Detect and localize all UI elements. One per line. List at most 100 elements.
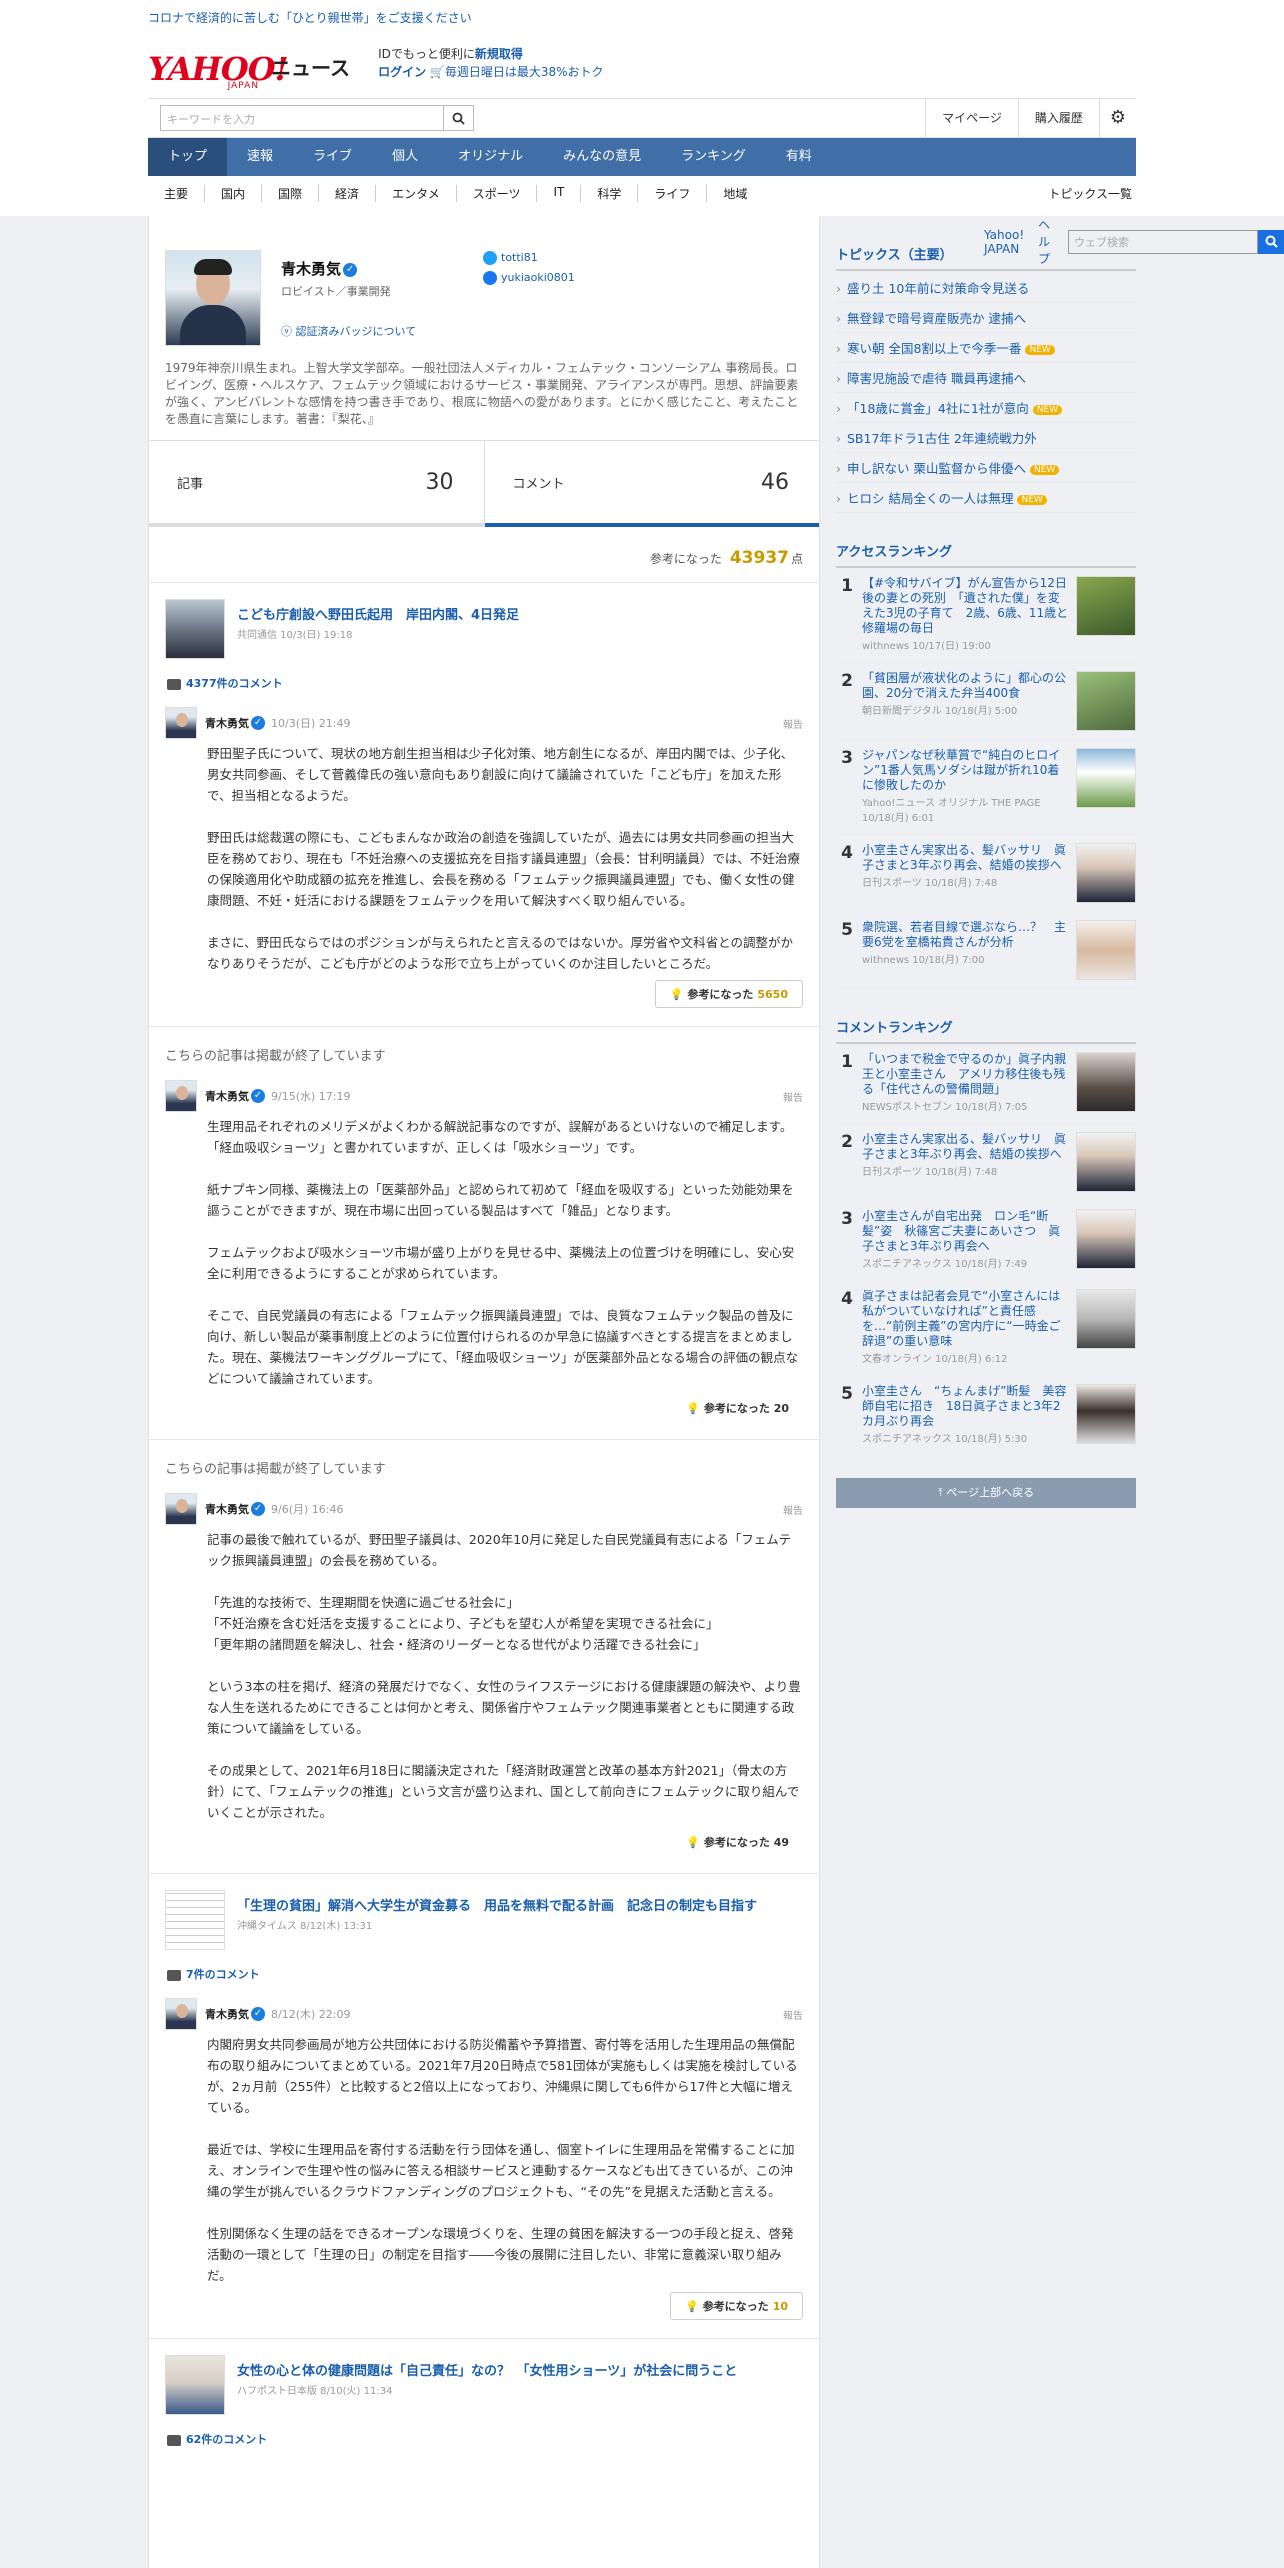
report-link[interactable]: 報告 bbox=[783, 1502, 803, 1517]
ranking-item[interactable]: 4 眞子さまは記者会見で“小室さんには私がついていなければ”と責任感を…“前例主義… bbox=[836, 1281, 1136, 1376]
purchase-history-link[interactable]: 購入履歴 bbox=[1017, 98, 1099, 138]
ranking-item[interactable]: 1 「いつまで税金で守るのか」眞子内親王と小室圭さん アメリカ移住後も残る「住代さ… bbox=[836, 1044, 1136, 1124]
article-source: 沖縄タイムス 8/12(木) 13:31 bbox=[237, 1921, 373, 1932]
nav-ranking[interactable]: ランキング bbox=[661, 138, 766, 176]
subnav-sports[interactable]: スポーツ bbox=[457, 184, 538, 202]
nav-original[interactable]: オリジナル bbox=[438, 138, 543, 176]
avatar[interactable] bbox=[165, 707, 197, 739]
nav-live[interactable]: ライブ bbox=[293, 138, 372, 176]
comment-date: 10/3(日) 21:49 bbox=[271, 717, 351, 730]
twitter-icon bbox=[483, 251, 497, 265]
tab-comments[interactable]: コメント 46 bbox=[484, 441, 819, 527]
helpful-button[interactable]: 💡 参考になった 5650 bbox=[654, 980, 803, 1008]
topics-heading: トピックス（主要） bbox=[836, 244, 1136, 271]
keyword-input[interactable]: キーワードを入力 bbox=[160, 105, 444, 131]
avatar[interactable] bbox=[165, 1493, 197, 1525]
web-search-button[interactable] bbox=[1258, 229, 1284, 254]
comment-body: 生理用品それぞれのメリデメがよくわかる解説記事なのですが、誤解があるといけないの… bbox=[207, 1119, 799, 1386]
new-badge: NEW bbox=[1017, 494, 1047, 505]
report-link[interactable]: 報告 bbox=[783, 2007, 803, 2022]
article-thumbnail[interactable] bbox=[165, 599, 225, 659]
avatar[interactable] bbox=[165, 1998, 197, 2030]
ranking-thumbnail bbox=[1076, 748, 1136, 808]
comment-body: 内閣府男女共同参画局が地方公共団体における防災備蓄や予算措置、寄付等を活用した生… bbox=[207, 2037, 798, 2283]
nav-top[interactable]: トップ bbox=[148, 138, 228, 176]
article-title-link[interactable]: こども庁創設へ野田氏起用 岸田内閣、4日発足 bbox=[237, 608, 519, 623]
subnav-international[interactable]: 国際 bbox=[262, 184, 320, 202]
ranking-item[interactable]: 3 小室圭さんが自宅出発 ロン毛“断髪”姿 秋篠宮ご夫妻にあいさつ 眞子さまと3年… bbox=[836, 1201, 1136, 1281]
subnav-entertainment[interactable]: エンタメ bbox=[376, 184, 457, 202]
back-to-top-button[interactable]: ⤒ ページ上部へ戻る bbox=[836, 1478, 1136, 1508]
report-link[interactable]: 報告 bbox=[783, 716, 803, 731]
report-link[interactable]: 報告 bbox=[783, 1089, 803, 1104]
gear-icon[interactable]: ⚙ bbox=[1098, 98, 1136, 138]
nav-individual[interactable]: 個人 bbox=[372, 138, 438, 176]
subnav-domestic[interactable]: 国内 bbox=[205, 184, 263, 202]
subnav-science[interactable]: 科学 bbox=[581, 184, 639, 202]
register-link[interactable]: 新規取得 bbox=[475, 47, 523, 61]
topic-item[interactable]: 盛り土 10年前に対策命令見送る bbox=[836, 273, 1136, 303]
article-title-link[interactable]: 「生理の貧困」解消へ大学生が資金募る 用品を無料で配る計画 記念日の制定も目指す bbox=[237, 1899, 757, 1914]
topic-item[interactable]: 申し訳ない 栗山監督から俳優へNEW bbox=[836, 453, 1136, 483]
comment-entry: 「生理の貧困」解消へ大学生が資金募る 用品を無料で配る計画 記念日の制定も目指す… bbox=[149, 1874, 819, 2339]
ranking-item[interactable]: 1 【#令和サバイブ】がん宣告から12日後の妻との死別 「遺された僕」を変えた3児… bbox=[836, 568, 1136, 663]
ranking-item[interactable]: 2 小室圭さん実家出る、髪バッサリ 眞子さまと3年ぶり再会、結婚の挨拶へ 日刊スポー… bbox=[836, 1124, 1136, 1201]
support-promo-link[interactable]: コロナで経済的に苦しむ「ひとり親世帯」をご支援ください bbox=[148, 9, 472, 26]
ranking-item[interactable]: 5 衆院選、若者目線で選ぶなら…？ 主要6党を室橋祐貴さんが分析 withnews … bbox=[836, 912, 1136, 989]
helpful-button[interactable]: 💡 参考になった 20 bbox=[672, 1395, 803, 1421]
topic-item[interactable]: 「18歳に賞金」4社に1社が意向NEW bbox=[836, 393, 1136, 423]
nav-opinion[interactable]: みんなの意見 bbox=[543, 138, 661, 176]
subnav-it[interactable]: IT bbox=[537, 184, 582, 202]
ranking-thumbnail bbox=[1076, 1289, 1136, 1349]
ranking-item[interactable]: 4 小室圭さん実家出る、髪バッサリ 眞子さまと3年ぶり再会、結婚の挨拶へ 日刊スポー… bbox=[836, 835, 1136, 912]
article-title-link[interactable]: 女性の心と体の健康問題は「自己責任」なの？ 「女性用ショーツ」が社会に問うこと bbox=[237, 2364, 737, 2379]
subnav-region[interactable]: 地域 bbox=[707, 185, 763, 202]
helpful-button[interactable]: 💡 参考になった 49 bbox=[672, 1829, 803, 1855]
access-ranking-heading: アクセスランキング bbox=[836, 541, 1136, 568]
comment-count-link[interactable]: 62件のコメント bbox=[186, 2433, 267, 2446]
author-profile: 青木勇気 ✓ ロビイスト／事業開発 ⓥ 認証済みバッジについて totti81 y… bbox=[149, 216, 819, 428]
article-thumbnail[interactable] bbox=[165, 2355, 225, 2415]
topic-item[interactable]: 無登録で暗号資産販売か 逮捕へ bbox=[836, 303, 1136, 333]
info-icon: ⓥ bbox=[281, 325, 292, 338]
badge-info-link[interactable]: 認証済みバッジについて bbox=[296, 325, 417, 338]
commenter-name[interactable]: 青木勇気 bbox=[205, 1088, 249, 1104]
tab-articles[interactable]: 記事 30 bbox=[149, 441, 485, 527]
yahoo-news-logo[interactable]: YAHOO! JAPAN ニュース bbox=[148, 41, 350, 91]
ranking-item[interactable]: 3 ジャパンなぜ秋華賞で“純白のヒロイン”1番人気馬ソダシは蹴が折れ10着に惨敗し… bbox=[836, 740, 1136, 835]
keyword-search-button[interactable] bbox=[444, 105, 474, 131]
twitter-link[interactable]: totti81 bbox=[501, 251, 538, 264]
topic-item[interactable]: ヒロシ 結局全くの一人は無理NEW bbox=[836, 483, 1136, 513]
points-value: 43937 bbox=[729, 548, 789, 568]
subnav-main[interactable]: 主要 bbox=[148, 184, 206, 202]
ranking-thumbnail bbox=[1076, 1132, 1136, 1192]
commenter-name[interactable]: 青木勇気 bbox=[205, 715, 249, 731]
article-thumbnail[interactable] bbox=[165, 1890, 225, 1950]
search-icon bbox=[452, 112, 465, 125]
sunday-promo-link[interactable]: 毎週日曜日は最大38%おトク bbox=[445, 65, 604, 79]
facebook-link[interactable]: yukiaoki0801 bbox=[501, 271, 575, 284]
comment-entry: こちらの記事は掲載が終了しています 青木勇気 ✓ 9/6(月) 16:46 報告 … bbox=[149, 1440, 819, 1874]
author-stats: 記事 30 コメント 46 bbox=[149, 440, 819, 530]
comment-count-link[interactable]: 4377件のコメント bbox=[186, 677, 283, 690]
topic-item[interactable]: SB17年ドラ1古住 2年連続戦力外 bbox=[836, 423, 1136, 453]
commenter-name[interactable]: 青木勇気 bbox=[205, 1501, 249, 1517]
nav-breaking[interactable]: 速報 bbox=[227, 138, 293, 176]
subnav-life[interactable]: ライフ bbox=[638, 184, 708, 202]
topic-item[interactable]: 寒い朝 全国8割以上で今季一番NEW bbox=[836, 333, 1136, 363]
helpful-button[interactable]: 💡 参考になった 10 bbox=[669, 2292, 803, 2320]
new-badge: NEW bbox=[1032, 404, 1063, 415]
nav-paid[interactable]: 有料 bbox=[766, 138, 832, 176]
avatar[interactable] bbox=[165, 1080, 197, 1112]
mypage-link[interactable]: マイページ bbox=[925, 98, 1018, 138]
comment-entry: こちらの記事は掲載が終了しています 青木勇気 ✓ 9/15(水) 17:19 報告… bbox=[149, 1027, 819, 1440]
topics-list-link[interactable]: トピックス一覧 bbox=[1048, 185, 1136, 202]
ranking-item[interactable]: 2 「貧困層が液状化のように」都心の公園、20分で消えた弁当400食 朝日新聞デジタ… bbox=[836, 663, 1136, 740]
ranking-item[interactable]: 5 小室圭さん “ちょんまげ”断髪 美容師自宅に招き 18日眞子さまと3年2カ月ぶ… bbox=[836, 1376, 1136, 1456]
commenter-name[interactable]: 青木勇気 bbox=[205, 2006, 249, 2022]
comment-count-link[interactable]: 7件のコメント bbox=[186, 1968, 260, 1981]
subnav-economy[interactable]: 経済 bbox=[319, 184, 377, 202]
login-link[interactable]: ログイン bbox=[378, 65, 426, 79]
lightbulb-icon: 💡 bbox=[669, 988, 684, 1001]
topic-item[interactable]: 障害児施設で虐待 職員再逮捕へ bbox=[836, 363, 1136, 393]
